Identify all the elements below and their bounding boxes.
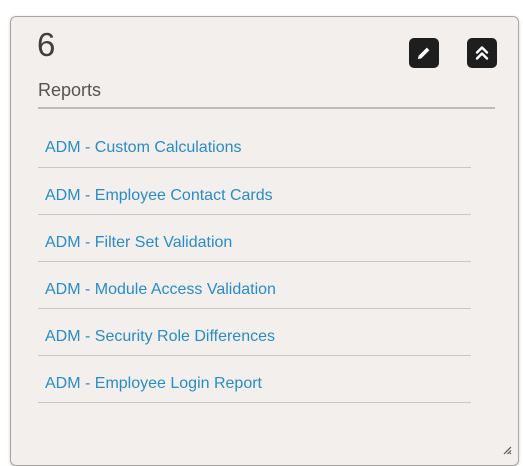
report-list: ADM - Custom Calculations ADM - Employee… bbox=[38, 118, 471, 403]
report-list-item: ADM - Module Access Validation bbox=[38, 262, 471, 309]
double-chevron-up-icon bbox=[475, 46, 489, 60]
report-list-item: ADM - Employee Contact Cards bbox=[38, 168, 471, 215]
report-list-item: ADM - Custom Calculations bbox=[38, 118, 471, 168]
report-link-filter-set-validation[interactable]: ADM - Filter Set Validation bbox=[45, 234, 232, 251]
report-link-module-access-validation[interactable]: ADM - Module Access Validation bbox=[45, 281, 276, 298]
report-list-item: ADM - Security Role Differences bbox=[38, 309, 471, 356]
report-link-employee-login-report[interactable]: ADM - Employee Login Report bbox=[45, 375, 262, 392]
header-divider bbox=[38, 107, 495, 109]
collapse-button[interactable] bbox=[467, 38, 497, 68]
widget-title: Reports bbox=[38, 80, 102, 100]
edit-button[interactable] bbox=[409, 38, 439, 68]
report-list-item: ADM - Filter Set Validation bbox=[38, 215, 471, 262]
report-link-custom-calculations[interactable]: ADM - Custom Calculations bbox=[45, 139, 242, 156]
report-link-employee-contact-cards[interactable]: ADM - Employee Contact Cards bbox=[45, 187, 273, 204]
report-count: 6 bbox=[37, 26, 56, 63]
report-link-security-role-differences[interactable]: ADM - Security Role Differences bbox=[45, 328, 275, 345]
pencil-icon bbox=[418, 47, 430, 59]
reports-widget: 6 Reports ADM - Custom Calculations ADM … bbox=[10, 16, 519, 466]
resize-grip-icon[interactable] bbox=[503, 446, 512, 455]
report-list-item: ADM - Employee Login Report bbox=[38, 356, 471, 403]
